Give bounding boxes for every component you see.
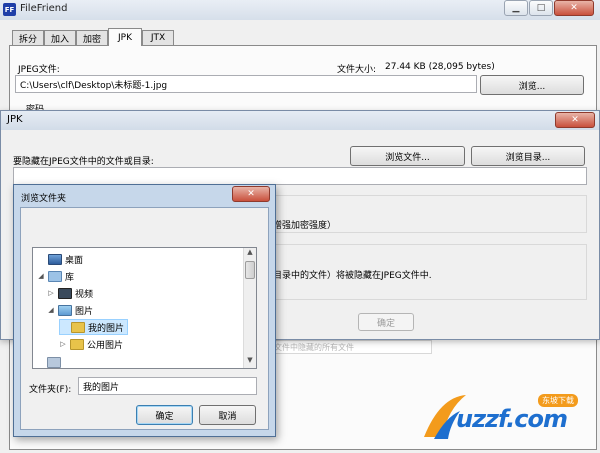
- maximize-button[interactable]: □: [529, 0, 553, 16]
- jpk-dialog-title: JPK: [7, 114, 23, 125]
- tree-scrollbar[interactable]: ▲ ▼: [243, 248, 256, 368]
- folder-field-label: 文件夹(F):: [29, 385, 72, 395]
- folder-tree[interactable]: 桌面 ◢ 库 ▷ 视频 ◢ 图片 我的图片 ▷ 公用图片 ▲ ▼: [32, 247, 257, 369]
- scroll-down-arrow[interactable]: ▼: [244, 356, 256, 368]
- folder-dialog-title: 浏览文件夹: [21, 194, 67, 204]
- minimize-button[interactable]: ▁: [504, 0, 528, 16]
- tree-item-my-pictures[interactable]: 我的图片: [59, 319, 129, 335]
- watermark-badge: 东坡下载: [538, 394, 578, 407]
- desktop-icon: [48, 253, 62, 265]
- faded-bottom-field: 文件中隐藏的所有文件: [270, 340, 432, 354]
- jpk-title-bar[interactable]: JPK ✕: [1, 111, 599, 130]
- hide-path-field[interactable]: [13, 167, 587, 185]
- library-icon: [48, 270, 62, 282]
- browse-folder-dialog: 浏览文件夹 ✕ 桌面 ◢ 库 ▷ 视频 ◢ 图片 我的图片 ▷ 公用图片 ▲ ▼…: [13, 184, 276, 437]
- folder-field[interactable]: 我的图片: [78, 377, 257, 395]
- jpeg-path-field[interactable]: C:\Users\clf\Desktop\未标题-1.jpg: [15, 75, 477, 93]
- scroll-thumb[interactable]: [245, 261, 255, 279]
- jpk-close-button[interactable]: ✕: [555, 112, 595, 128]
- tab-jpk[interactable]: JPK: [108, 28, 142, 46]
- main-title-bar[interactable]: FF FileFriend ▁ □ ✕: [0, 0, 600, 20]
- video-library-icon: [58, 287, 72, 299]
- tree-item-pictures[interactable]: ◢ 图片: [47, 302, 93, 318]
- browse-button[interactable]: 浏览...: [480, 75, 584, 95]
- scroll-up-arrow[interactable]: ▲: [244, 248, 256, 260]
- folder-ok-button[interactable]: 确定: [136, 405, 193, 425]
- watermark-logo-text: uzzf.com: [456, 405, 568, 433]
- pictures-library-icon: [58, 304, 72, 316]
- hide-target-label: 要隐藏在JPEG文件中的文件或目录:: [13, 157, 154, 167]
- folder-title-bar[interactable]: 浏览文件夹 ✕: [14, 185, 275, 207]
- folder-close-button[interactable]: ✕: [232, 186, 270, 202]
- folder-icon: [71, 321, 85, 333]
- folder-cancel-button[interactable]: 取消: [199, 405, 256, 425]
- tree-item-videos[interactable]: ▷ 视频: [47, 285, 93, 301]
- file-size-label: 文件大小:: [337, 65, 377, 75]
- jpk-ok-button[interactable]: 确定: [358, 313, 414, 331]
- browse-dir-button[interactable]: 浏览目录...: [471, 146, 585, 166]
- site-watermark: uzzf.com 东坡下载: [420, 393, 598, 445]
- tab-join[interactable]: 加入: [44, 30, 76, 45]
- tree-item-library[interactable]: ◢ 库: [37, 268, 74, 284]
- jpeg-file-label: JPEG文件:: [18, 65, 60, 75]
- tab-jtx[interactable]: JTX: [142, 30, 174, 45]
- tree-item-public-pictures[interactable]: ▷ 公用图片: [59, 336, 123, 352]
- tree-item-desktop[interactable]: 桌面: [37, 251, 83, 267]
- folder-icon: [70, 338, 84, 350]
- strength-text: 增强加密强度）: [273, 221, 337, 231]
- close-button[interactable]: ✕: [554, 0, 594, 16]
- tab-encrypt[interactable]: 加密: [76, 30, 108, 45]
- file-size-value: 27.44 KB (28,095 bytes): [385, 62, 495, 72]
- music-library-icon: [47, 356, 61, 368]
- browse-file-button[interactable]: 浏览文件...: [350, 146, 465, 166]
- tree-item-partial: [47, 354, 61, 368]
- hint-text: 目录中的文件）将被隐藏在JPEG文件中.: [273, 271, 432, 281]
- tab-split[interactable]: 拆分: [12, 30, 44, 45]
- app-icon: FF: [3, 3, 16, 16]
- window-title: FileFriend: [20, 3, 68, 14]
